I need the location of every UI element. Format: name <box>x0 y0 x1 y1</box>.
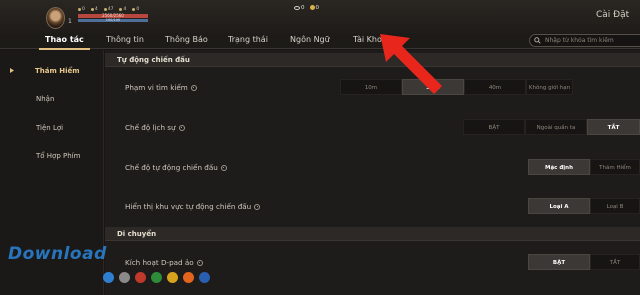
tab-controls[interactable]: Thao tác <box>39 33 90 50</box>
auto-mode-selector: Mặc định Thám Hiểm <box>528 159 640 175</box>
setting-dpad-label: Kích hoạt D-pad ảo <box>125 258 203 267</box>
info-icon[interactable] <box>190 84 197 91</box>
sidebar-item-hotkeys[interactable]: Tổ Hợp Phím <box>10 149 100 163</box>
dpad-option-on[interactable]: BẬT <box>528 254 590 270</box>
stat-icon-5: 0 <box>132 7 139 12</box>
page-title: Cài Đặt <box>596 10 630 20</box>
watermark-dot <box>103 272 114 283</box>
stat-icon-4: 4 <box>119 7 126 12</box>
settings-panel: Tự động chiến đấu Phạm vi tìm kiếm 10m 3… <box>105 50 640 295</box>
watermark-dot <box>119 272 130 283</box>
stat-icon-1: 0 <box>78 7 85 12</box>
auto-mode-option-default[interactable]: Mặc định <box>528 159 590 175</box>
top-bar: 1 0 4 47 4 0 2560/2560 100/100 0 0 Cài Đ… <box>0 0 640 33</box>
search-icon <box>534 37 541 44</box>
watermark-dot <box>151 272 162 283</box>
watermark-dot <box>167 272 178 283</box>
range-option-40m[interactable]: 40m <box>464 79 526 95</box>
dpad-selector: BẬT TẮT <box>528 254 640 270</box>
mp-bar: 100/100 <box>78 18 148 22</box>
dpad-option-off[interactable]: TẮT <box>590 254 640 270</box>
search-input[interactable] <box>545 37 640 44</box>
setting-auto-mode-label: Chế độ tự động chiến đấu <box>125 163 227 172</box>
gem-icon <box>294 5 300 10</box>
watermark-dot <box>183 272 194 283</box>
tab-info[interactable]: Thông tin <box>106 33 144 49</box>
range-option-unlimited[interactable]: Không giới hạn <box>526 79 573 95</box>
history-option-on[interactable]: BẬT <box>463 119 525 135</box>
settings-tabs: Thao tác Thông tin Thông Báo Trạng thái … <box>0 33 640 50</box>
coin-counter: 0 <box>309 5 319 11</box>
area-option-type-a[interactable]: Loại A <box>528 198 590 214</box>
info-icon[interactable] <box>196 259 203 266</box>
history-option-off[interactable]: TẮT <box>587 119 640 135</box>
sidebar-item-convenience[interactable]: Tiện Lợi <box>10 121 100 135</box>
red-arrow-icon <box>380 34 442 94</box>
player-level: 1 <box>68 18 72 25</box>
watermark-logo: Download <box>8 244 107 264</box>
player-stats: 0 4 47 4 0 <box>78 7 139 12</box>
stat-icon-3: 47 <box>103 7 113 12</box>
stat-icon-2: 4 <box>90 7 98 12</box>
sidebar-item-explore[interactable]: Thám Hiểm <box>10 64 100 78</box>
watermark-dot <box>199 272 210 283</box>
history-option-outside[interactable]: Ngoài quần ta <box>525 119 587 135</box>
tab-status[interactable]: Trạng thái <box>228 33 268 49</box>
watermark-dots <box>103 272 210 283</box>
setting-area-display-label: Hiển thị khu vực tự động chiến đấu <box>125 202 261 211</box>
info-icon[interactable] <box>254 203 261 210</box>
area-option-type-b[interactable]: Loại B <box>590 198 640 214</box>
mp-text: 100/100 <box>105 18 121 22</box>
watermark-dot <box>135 272 146 283</box>
section-auto-combat: Tự động chiến đấu <box>105 53 640 67</box>
avatar[interactable] <box>46 7 65 29</box>
currency-display: 0 0 <box>294 5 319 11</box>
range-selector: 10m 30m 40m Không giới hạn <box>340 79 573 95</box>
coin-icon <box>309 5 315 10</box>
tab-notifications[interactable]: Thông Báo <box>165 33 208 49</box>
search-box[interactable] <box>529 34 640 47</box>
info-icon[interactable] <box>220 164 227 171</box>
setting-history-label: Chế độ lịch sự <box>125 123 185 132</box>
tab-language[interactable]: Ngôn Ngữ <box>290 33 330 49</box>
area-display-selector: Loại A Loại B <box>528 198 640 214</box>
selected-marker-icon <box>10 68 14 73</box>
history-selector: BẬT Ngoài quần ta TẮT <box>463 119 640 135</box>
info-icon[interactable] <box>178 124 185 131</box>
gem-counter: 0 <box>294 5 305 11</box>
auto-mode-option-explore[interactable]: Thám Hiểm <box>590 159 640 175</box>
sidebar-item-receive[interactable]: Nhận <box>10 92 100 106</box>
section-movement: Di chuyển <box>105 227 640 241</box>
setting-range-label: Phạm vi tìm kiếm <box>125 83 197 92</box>
